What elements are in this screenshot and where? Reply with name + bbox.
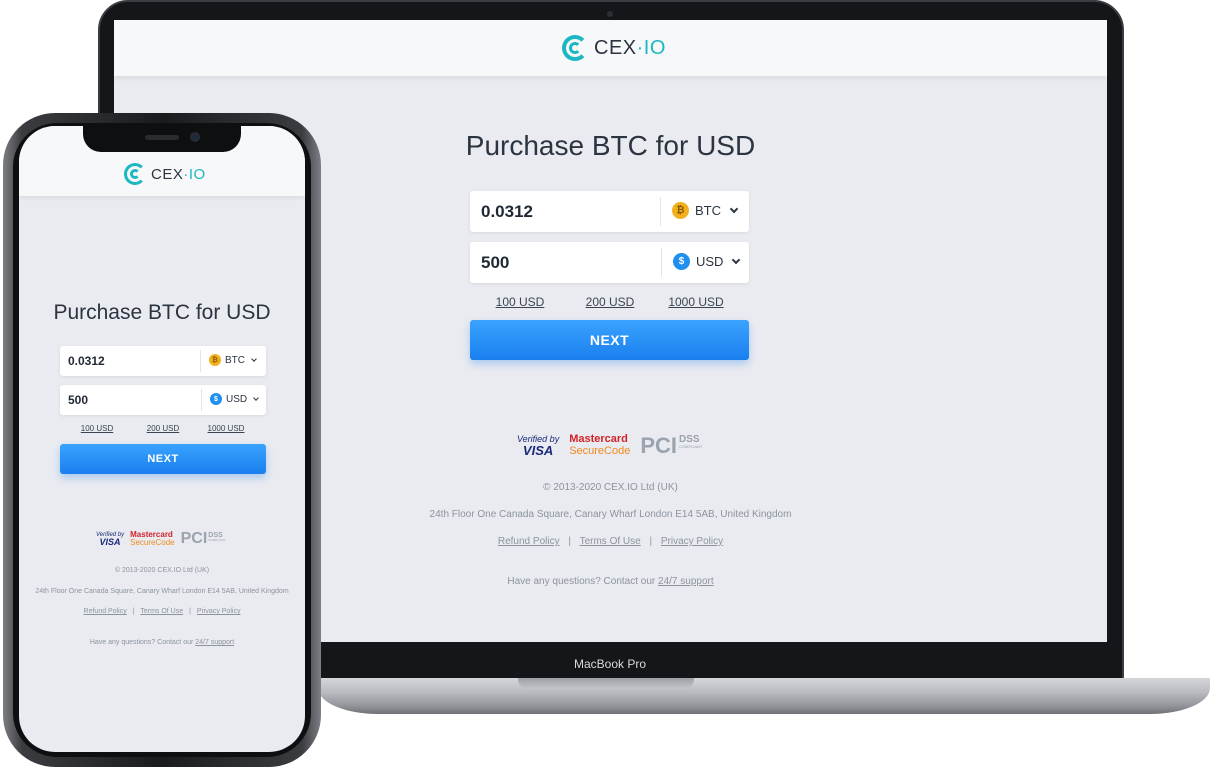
crypto-amount-value[interactable]: 0.0312	[481, 202, 533, 222]
verified-by-visa-badge: Verified by VISA	[517, 434, 560, 458]
fiat-amount-field[interactable]: 500 $ USD	[470, 242, 749, 283]
fiat-amount-value[interactable]: 500	[68, 393, 88, 407]
link-separator: |	[189, 608, 191, 615]
mastercard-securecode-badge: Mastercard SecureCode	[569, 433, 631, 457]
crypto-currency-label: BTC	[695, 203, 721, 218]
laptop-model-label: MacBook Pro	[573, 657, 647, 671]
next-button[interactable]: NEXT	[470, 320, 749, 360]
field-divider	[200, 350, 201, 372]
support-link[interactable]: 24/7 support	[195, 639, 234, 646]
security-badges: Verified by VISA Mastercard SecureCode P…	[96, 530, 226, 548]
field-divider	[660, 197, 661, 226]
crypto-amount-field[interactable]: 0.0312 ₿ BTC	[60, 346, 266, 376]
phone-front-camera	[190, 132, 200, 142]
fiat-currency-select[interactable]: $ USD	[210, 393, 259, 405]
quick-amount-200[interactable]: 200 USD	[140, 424, 186, 433]
bitcoin-coin-icon: ₿	[672, 202, 689, 219]
copyright-text: © 2013-2020 CEX.IO Ltd (UK)	[114, 567, 210, 574]
crypto-amount-field[interactable]: 0.0312 ₿ BTC	[470, 191, 749, 232]
refund-policy-link[interactable]: Refund Policy	[84, 608, 127, 615]
quick-amount-1000[interactable]: 1000 USD	[203, 424, 249, 433]
phone-speaker	[145, 135, 179, 140]
mastercard-securecode-badge: Mastercard SecureCode	[130, 529, 175, 547]
chevron-down-icon	[732, 255, 741, 265]
terms-of-use-link[interactable]: Terms Of Use	[580, 536, 641, 547]
address-text: 24th Floor One Canada Square, Canary Wha…	[35, 588, 289, 595]
phone-screen: CEX·IO Purchase BTC for USD 0.0312 ₿ BTC…	[19, 126, 305, 752]
support-link[interactable]: 24/7 support	[658, 576, 714, 587]
crypto-currency-label: BTC	[225, 354, 245, 366]
privacy-policy-link[interactable]: Privacy Policy	[661, 536, 723, 547]
refund-policy-link[interactable]: Refund Policy	[498, 536, 560, 547]
page-title: Purchase BTC for USD	[53, 301, 271, 324]
fiat-currency-select[interactable]: $ USD	[673, 253, 741, 270]
field-divider	[661, 248, 662, 277]
quick-amount-100[interactable]: 100 USD	[75, 424, 119, 433]
cex-logo[interactable]: CEX·IO	[562, 35, 666, 61]
contact-line: Have any questions? Contact our 24/7 sup…	[19, 639, 305, 646]
fiat-currency-label: USD	[226, 393, 248, 405]
cex-logo-icon	[124, 163, 146, 185]
cex-logo-text: CEX·IO	[151, 165, 206, 183]
contact-text: Have any questions? Contact our	[507, 576, 659, 587]
laptop-camera	[607, 11, 613, 17]
privacy-policy-link[interactable]: Privacy Policy	[197, 608, 241, 615]
chevron-down-icon	[251, 356, 257, 362]
contact-text: Have any questions? Contact our	[89, 639, 196, 646]
link-separator: |	[568, 536, 571, 547]
device-mockup: CEX·IO Purchase BTC for USD 0.0312 ₿ BTC…	[0, 0, 1210, 768]
crypto-currency-select[interactable]: ₿ BTC	[672, 202, 739, 219]
verified-by-visa-badge: Verified by VISA	[96, 531, 125, 547]
cex-logo[interactable]: CEX·IO	[124, 163, 206, 185]
crypto-amount-value[interactable]: 0.0312	[68, 354, 105, 368]
fiat-amount-field[interactable]: 500 $ USD	[60, 385, 266, 415]
fiat-amount-value[interactable]: 500	[481, 253, 509, 273]
link-separator: |	[649, 536, 653, 547]
cex-logo-text: CEX·IO	[594, 36, 666, 59]
fiat-currency-label: USD	[696, 254, 724, 269]
chevron-down-icon	[253, 395, 259, 401]
laptop-base	[318, 678, 1210, 714]
cex-logo-icon	[562, 35, 588, 61]
laptop-header: CEX·IO	[114, 20, 1107, 76]
footer-links: Refund Policy | Terms Of Use | Privacy P…	[19, 608, 305, 615]
link-separator: |	[132, 608, 135, 615]
bitcoin-coin-icon: ₿	[209, 354, 221, 366]
quick-amount-1000[interactable]: 1000 USD	[664, 295, 728, 309]
security-badges: Verified by VISA Mastercard SecureCode P…	[517, 433, 702, 459]
quick-amount-100[interactable]: 100 USD	[490, 295, 550, 309]
chevron-down-icon	[729, 204, 739, 214]
dollar-coin-icon: $	[673, 253, 690, 270]
dollar-coin-icon: $	[210, 393, 222, 405]
next-button[interactable]: NEXT	[60, 444, 266, 474]
laptop-hinge-notch	[518, 678, 694, 689]
pci-dss-badge: PCI DSS COMPLIANT	[180, 530, 226, 547]
terms-of-use-link[interactable]: Terms Of Use	[140, 608, 183, 615]
field-divider	[201, 389, 202, 411]
crypto-currency-select[interactable]: ₿ BTC	[209, 354, 257, 366]
quick-amount-200[interactable]: 200 USD	[580, 295, 640, 309]
pci-dss-badge: PCI DSS COMPLIANT	[640, 433, 703, 458]
